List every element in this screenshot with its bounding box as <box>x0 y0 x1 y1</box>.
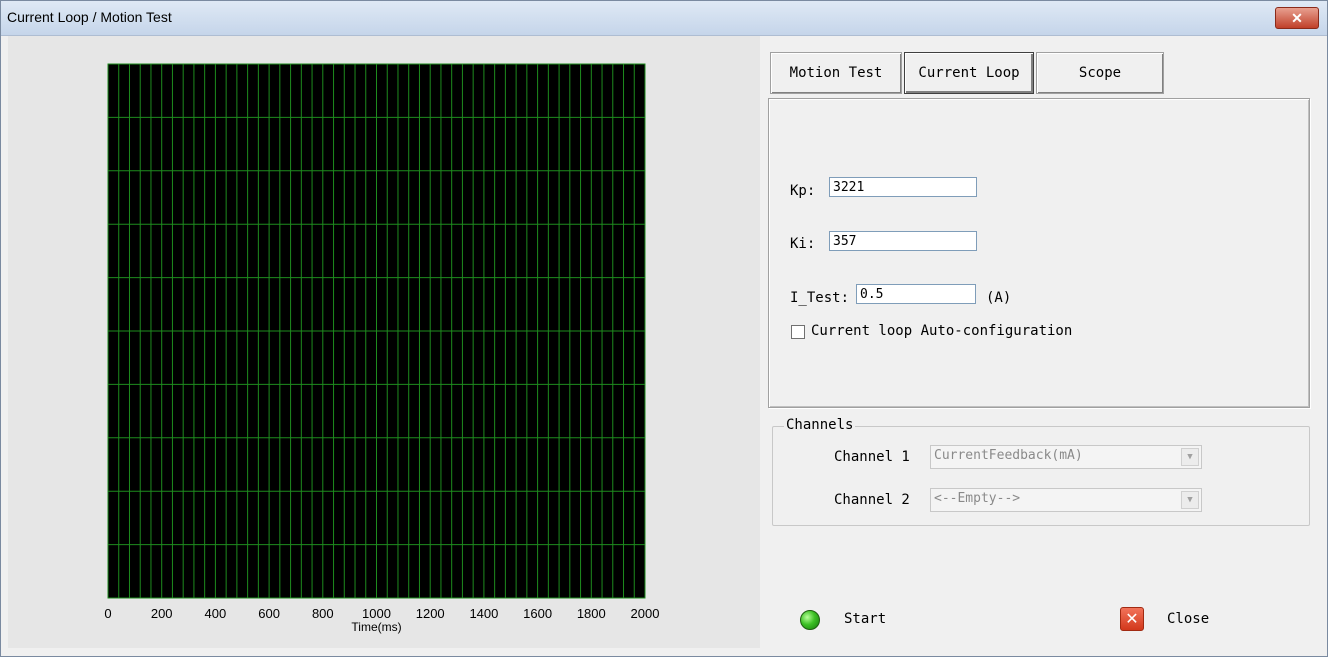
x-tick-label: 1200 <box>416 606 445 621</box>
close-button[interactable]: ✕ Close <box>1120 606 1220 634</box>
tab-label: Scope <box>1078 65 1122 81</box>
close-label: Close <box>1167 611 1210 627</box>
x-tick-label: 400 <box>205 606 227 621</box>
chevron-down-icon: ▼ <box>1181 448 1199 466</box>
scope-chart: 0 200 400 600 800 1000 1200 1400 1600 1800 2000 Tim… <box>104 63 660 634</box>
start-button[interactable]: Start <box>800 606 900 634</box>
x-tick-label: 1600 <box>523 606 552 621</box>
channel-2-label: Channel 2 <box>834 492 910 508</box>
x-tick-label: 600 <box>258 606 280 621</box>
x-tick-label: 0 <box>104 606 111 621</box>
close-icon: ✕ <box>1291 10 1303 26</box>
tab-motion-test[interactable]: Motion Test <box>770 52 902 94</box>
x-tick-label: 1400 <box>469 606 498 621</box>
channel-2-select[interactable]: <--Empty--> ▼ <box>930 488 1202 512</box>
green-led-icon <box>800 610 820 630</box>
itest-input[interactable]: 0.5 <box>856 284 976 304</box>
start-label: Start <box>844 611 887 627</box>
title-bar: Current Loop / Motion Test ✕ <box>1 1 1327 36</box>
channels-title: Channels <box>784 417 856 433</box>
channel-1-select[interactable]: CurrentFeedback(mA) ▼ <box>930 445 1202 469</box>
channel-1-value: CurrentFeedback(mA) <box>934 448 1083 463</box>
red-x-icon: ✕ <box>1120 607 1144 631</box>
x-tick-label: 1800 <box>577 606 606 621</box>
tab-label: Motion Test <box>789 65 883 81</box>
x-tick-label: 800 <box>312 606 334 621</box>
auto-config-checkbox[interactable] <box>791 325 805 339</box>
itest-unit: (A) <box>986 290 1012 306</box>
x-tick-label: 200 <box>151 606 173 621</box>
window-close-button[interactable]: ✕ <box>1275 7 1319 29</box>
kp-input[interactable]: 3221 <box>829 177 977 197</box>
x-axis-label: Time(ms) <box>351 620 401 634</box>
ki-input[interactable]: 357 <box>829 231 977 251</box>
channel-2-value: <--Empty--> <box>934 491 1021 506</box>
x-tick-label: 2000 <box>631 606 660 621</box>
channel-1-label: Channel 1 <box>834 449 910 465</box>
chevron-down-icon: ▼ <box>1181 491 1199 509</box>
window-title: Current Loop / Motion Test <box>7 9 172 25</box>
scope-chart-panel: 0 200 400 600 800 1000 1200 1400 1600 1800 2000 Tim… <box>8 36 760 648</box>
kp-label: Kp: <box>790 183 816 199</box>
tab-scope[interactable]: Scope <box>1036 52 1164 94</box>
x-tick-label: 1000 <box>362 606 391 621</box>
auto-config-label: Current loop Auto-configuration <box>811 323 1073 339</box>
itest-label: I_Test: <box>790 290 850 306</box>
tab-label: Current Loop <box>918 65 1020 81</box>
current-loop-panel <box>768 98 1310 408</box>
tab-current-loop[interactable]: Current Loop <box>904 52 1034 94</box>
ki-label: Ki: <box>790 236 816 252</box>
